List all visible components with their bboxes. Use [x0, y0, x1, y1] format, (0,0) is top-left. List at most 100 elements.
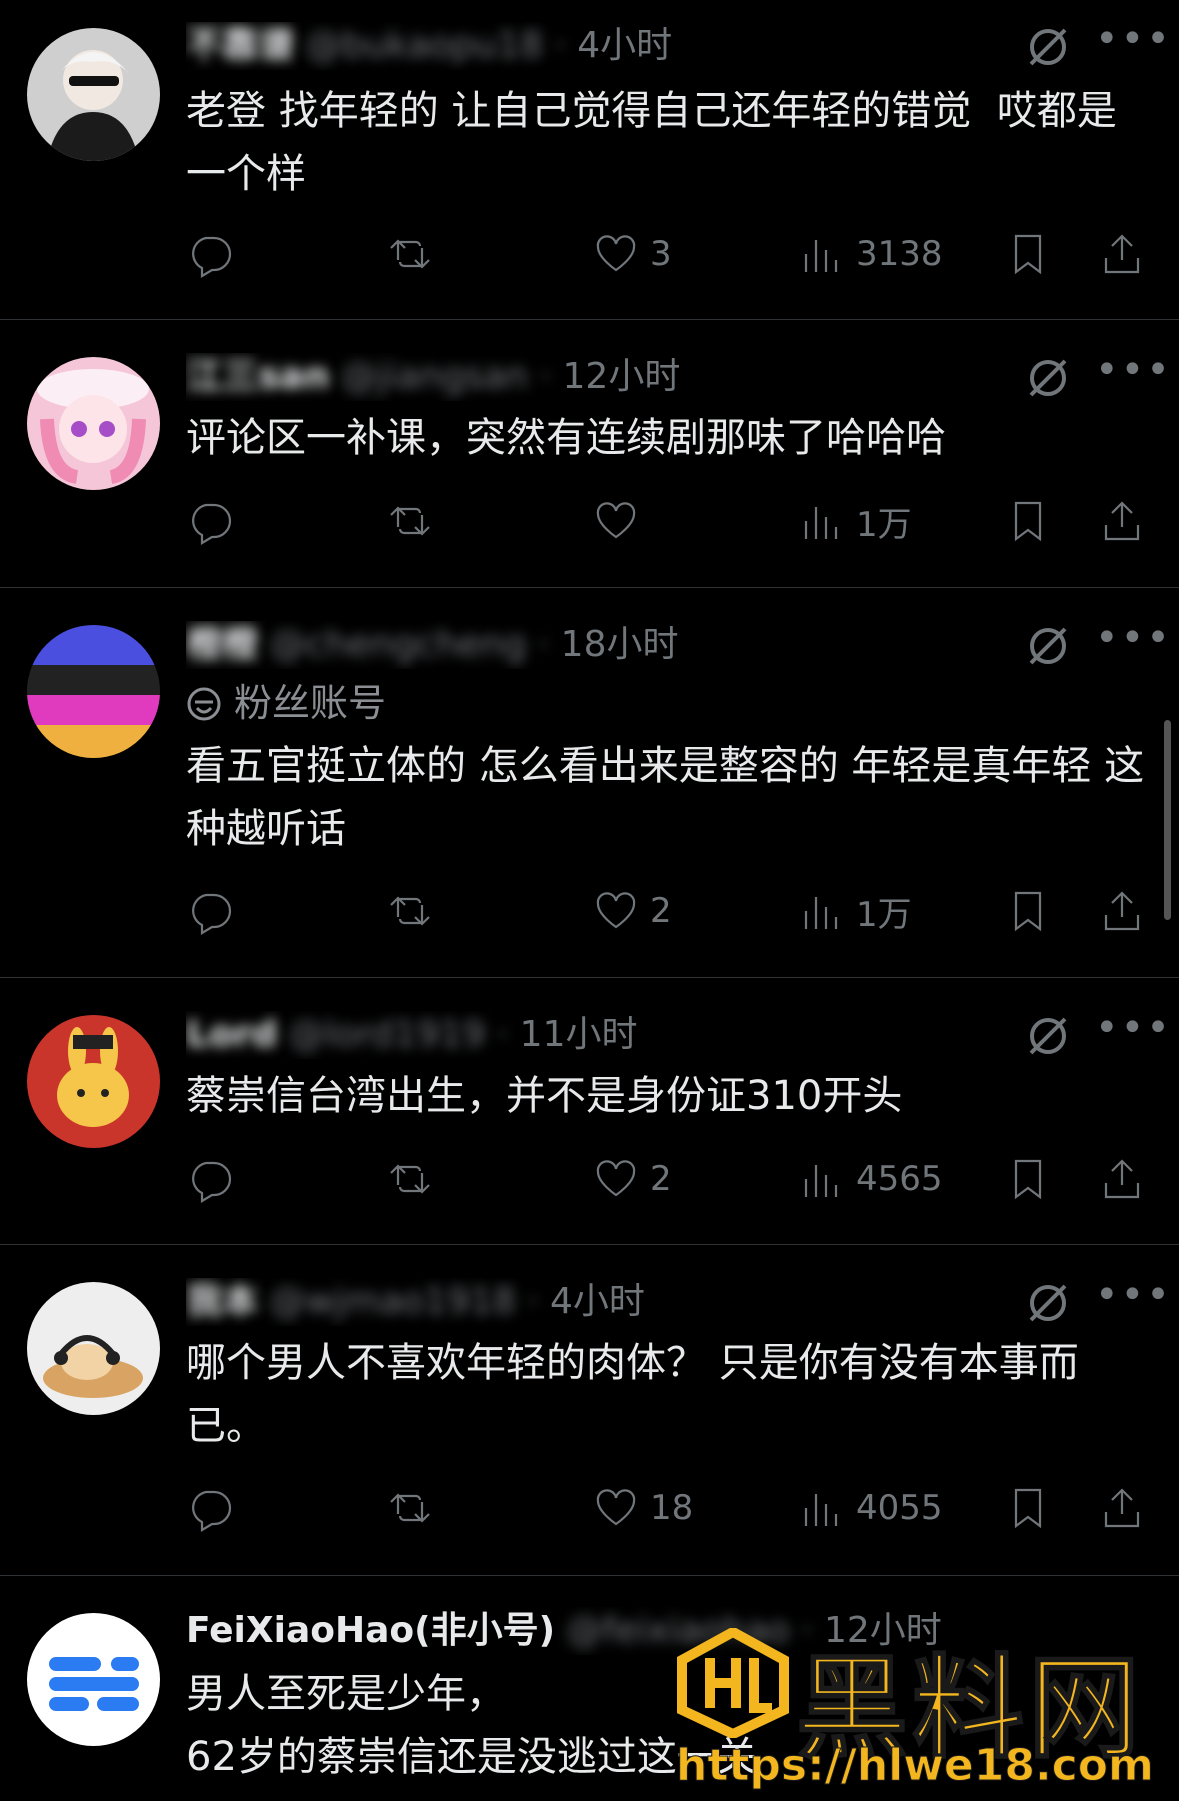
repost-icon [390, 896, 430, 926]
views-icon [804, 240, 838, 272]
post-text: 评论区一补课，突然有连续剧那味了哈哈哈 [186, 415, 946, 461]
like-button[interactable]: 2 [592, 883, 672, 939]
post-header: 江三san @jiangsan · 12小时 [186, 353, 969, 401]
repost-button[interactable] [386, 226, 444, 282]
like-button[interactable]: 18 [592, 1480, 693, 1536]
reply-icon [192, 893, 232, 935]
post-1[interactable]: 不靠谱 @bukaopu18 · 4小时 ••• 老登 找年轻的 让自己觉得自己… [0, 0, 1179, 320]
repost-button[interactable] [386, 1480, 444, 1536]
author-handle[interactable]: @jiangsan · [341, 356, 551, 397]
repost-icon [390, 1164, 430, 1194]
post-time[interactable]: 12小时 [563, 356, 681, 397]
author-name[interactable]: 我本 [186, 1281, 258, 1322]
views-button[interactable]: 1万 [798, 883, 912, 939]
views-button[interactable]: 4055 [798, 1480, 943, 1536]
views-icon [804, 507, 838, 539]
reply-icon [192, 503, 232, 545]
bookmark-icon [1014, 234, 1042, 275]
author-name[interactable]: Lord [186, 1014, 277, 1055]
fan-badge-label: 粉丝账号 [234, 681, 387, 725]
like-icon [596, 1489, 636, 1526]
views-icon [804, 1165, 838, 1197]
author-handle[interactable]: @bukaopu18 · [305, 25, 565, 66]
reply-button[interactable] [186, 883, 244, 939]
avatar[interactable] [27, 625, 160, 758]
repost-button[interactable] [386, 493, 444, 549]
bookmark-icon [1014, 1159, 1042, 1200]
author-name[interactable]: 不靠谱 [186, 25, 294, 66]
bookmark-button[interactable] [1004, 226, 1052, 282]
post-2[interactable]: 江三san @jiangsan · 12小时 ••• 评论区一补课，突然有连续剧… [0, 321, 1179, 588]
share-icon [1104, 891, 1140, 931]
reply-icon [192, 236, 232, 278]
share-button[interactable] [1098, 1480, 1146, 1536]
reply-button[interactable] [186, 493, 244, 549]
views-count: 3138 [856, 234, 943, 274]
post-5[interactable]: 我本 @wjmao1918 · 4小时 ••• 哪个男人不喜欢年轻的肉体？ 只是… [0, 1246, 1179, 1576]
share-icon [1104, 1488, 1140, 1528]
reply-button[interactable] [186, 1151, 244, 1207]
grok-icon[interactable] [1025, 1013, 1071, 1059]
post-time[interactable]: 4小时 [550, 1281, 645, 1322]
more-icon[interactable]: ••• [1095, 350, 1170, 401]
share-button[interactable] [1098, 493, 1146, 549]
author-name[interactable]: FeiXiaoHao(非小号) [186, 1610, 555, 1651]
bookmark-button[interactable] [1004, 493, 1052, 549]
avatar[interactable] [27, 28, 160, 161]
watermark-logo-icon [677, 1628, 789, 1738]
like-button[interactable]: 3 [592, 226, 672, 282]
author-handle[interactable]: @lord1919 · [289, 1014, 509, 1055]
more-icon[interactable]: ••• [1095, 618, 1170, 669]
author-name[interactable]: 江三san [186, 356, 329, 397]
avatar[interactable] [27, 1613, 160, 1746]
views-button[interactable]: 3138 [798, 226, 943, 282]
reply-button[interactable] [186, 226, 244, 282]
more-icon[interactable]: ••• [1095, 19, 1170, 70]
action-bar: 2 4565 [186, 1151, 1156, 1207]
share-button[interactable] [1098, 1151, 1146, 1207]
repost-icon [390, 239, 430, 269]
repost-button[interactable] [386, 1151, 444, 1207]
views-count: 4565 [856, 1159, 943, 1199]
views-button[interactable]: 1万 [798, 493, 912, 549]
grok-icon[interactable] [1025, 623, 1071, 669]
scrollbar[interactable] [1164, 720, 1171, 920]
more-icon[interactable]: ••• [1095, 1008, 1170, 1059]
grok-icon[interactable] [1025, 355, 1071, 401]
grok-icon[interactable] [1025, 24, 1071, 70]
avatar[interactable] [27, 357, 160, 490]
post-time[interactable]: 18小时 [561, 624, 679, 665]
author-handle[interactable]: @chengcheng · [269, 624, 549, 665]
share-button[interactable] [1098, 883, 1146, 939]
action-bar: 18 4055 [186, 1480, 1156, 1536]
views-count: 1万 [856, 504, 912, 545]
author-name[interactable]: 橙橙 [186, 624, 258, 665]
grok-icon[interactable] [1025, 1280, 1071, 1326]
bookmark-button[interactable] [1004, 1480, 1052, 1536]
more-icon[interactable]: ••• [1095, 1275, 1170, 1326]
views-button[interactable]: 4565 [798, 1151, 943, 1207]
avatar[interactable] [27, 1015, 160, 1148]
avatar[interactable] [27, 1282, 160, 1415]
like-count: 18 [650, 1488, 694, 1528]
like-button[interactable] [592, 493, 650, 549]
post-text: 看五官挺立体的 怎么看出来是整容的 年轻是真年轻 这种越听话 [186, 743, 1145, 852]
like-button[interactable]: 2 [592, 1151, 672, 1207]
post-3[interactable]: 橙橙 @chengcheng · 18小时 ••• 粉丝账号 看五官挺立体的 怎… [0, 589, 1179, 978]
bookmark-button[interactable] [1004, 1151, 1052, 1207]
action-bar: 3 3138 [186, 226, 1156, 282]
share-button[interactable] [1098, 226, 1146, 282]
post-text: 哪个男人不喜欢年轻的肉体？ 只是你有没有本事而已。 [186, 1340, 1079, 1449]
watermark: 黑料网 https://hlwe18.com [676, 1610, 1176, 1801]
repost-button[interactable] [386, 883, 444, 939]
action-bar: 1万 [186, 493, 1156, 549]
watermark-url: https://hlwe18.com [676, 1740, 1155, 1792]
author-handle[interactable]: @wjmao1918 · [269, 1281, 538, 1322]
post-4[interactable]: Lord @lord1919 · 11小时 ••• 蔡崇信台湾出生，并不是身份证… [0, 979, 1179, 1245]
fan-badge-icon [186, 683, 222, 721]
post-time[interactable]: 4小时 [577, 25, 672, 66]
bookmark-button[interactable] [1004, 883, 1052, 939]
post-time[interactable]: 11小时 [520, 1014, 638, 1055]
reply-button[interactable] [186, 1480, 244, 1536]
post-header: 我本 @wjmao1918 · 4小时 [186, 1278, 969, 1326]
